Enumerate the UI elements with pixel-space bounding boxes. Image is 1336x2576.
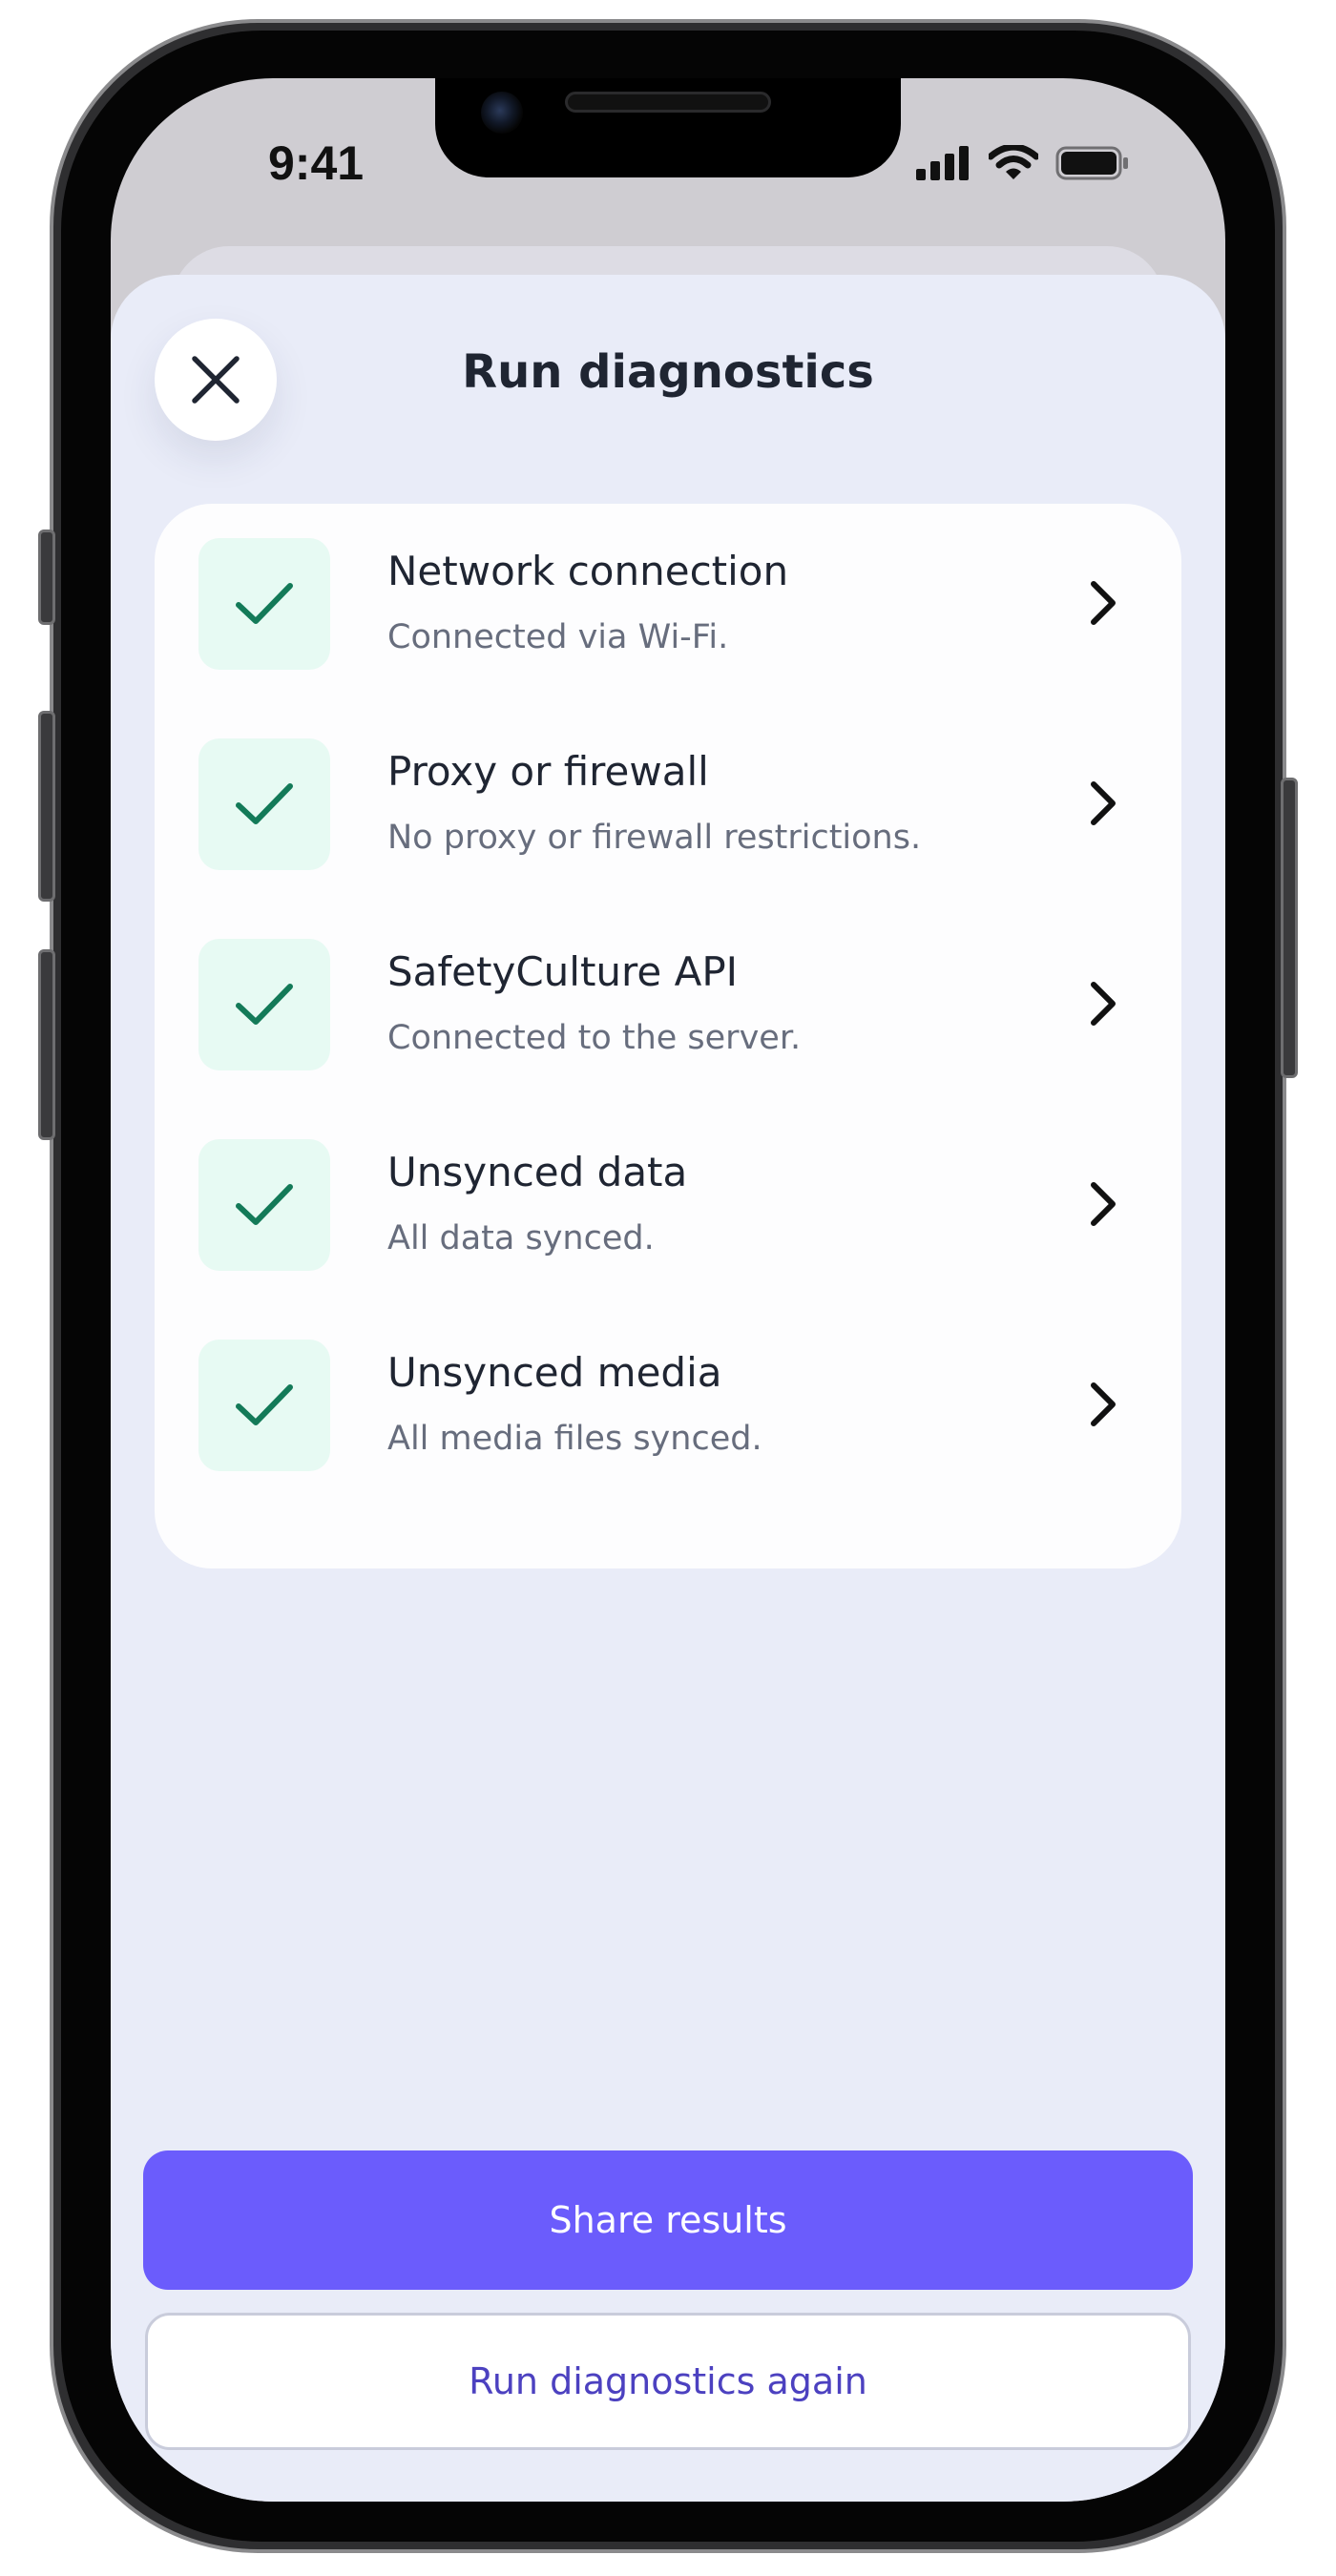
chevron-right-icon [1091, 581, 1116, 625]
checkmark-icon [236, 1384, 293, 1425]
diagnostics-list: Network connection Connected via Wi-Fi. … [155, 504, 1181, 1568]
list-item-network-connection[interactable]: Network connection Connected via Wi-Fi. [155, 504, 1181, 704]
volume-down-button [38, 949, 55, 1140]
phone-screen: 9:41 Run diagnostics Network connection … [111, 78, 1225, 2502]
checkmark-icon [236, 583, 293, 624]
chevron-right-icon [1091, 1382, 1116, 1426]
checkmark-icon [236, 783, 293, 824]
list-item-title: Proxy or firewall [387, 748, 709, 795]
status-tile [198, 1340, 330, 1471]
wifi-icon [989, 145, 1038, 179]
page-title: Run diagnostics [462, 345, 874, 399]
list-item-subtitle: Connected via Wi-Fi. [387, 618, 729, 656]
run-diagnostics-again-button[interactable]: Run diagnostics again [145, 2313, 1191, 2450]
front-camera [481, 92, 523, 134]
chevron-right-icon [1091, 1182, 1116, 1226]
list-item-title: Unsynced data [387, 1149, 688, 1195]
speaker-grill [565, 92, 771, 113]
list-item-title: SafetyCulture API [387, 948, 739, 995]
volume-up-button [38, 711, 55, 902]
status-tile [198, 538, 330, 670]
list-item-proxy-or-firewall[interactable]: Proxy or firewall No proxy or firewall r… [155, 704, 1181, 904]
list-item-subtitle: All data synced. [387, 1219, 655, 1257]
checkmark-icon [236, 1184, 293, 1225]
mute-switch [38, 530, 55, 625]
chevron-right-icon [1091, 982, 1116, 1026]
status-tile [198, 939, 330, 1070]
list-item-title: Unsynced media [387, 1349, 722, 1396]
list-item-title: Network connection [387, 548, 789, 594]
chevron-right-icon [1091, 781, 1116, 825]
list-item-unsynced-media[interactable]: Unsynced media All media files synced. [155, 1305, 1181, 1506]
status-icons [916, 145, 1130, 181]
status-tile [198, 738, 330, 870]
battery-icon [1055, 146, 1128, 180]
cellular-signal-icon [916, 146, 969, 180]
checkmark-icon [236, 984, 293, 1025]
diagnostics-sheet: Run diagnostics Network connection Conne… [111, 275, 1225, 2502]
list-item-unsynced-data[interactable]: Unsynced data All data synced. [155, 1105, 1181, 1305]
status-time: 9:41 [268, 136, 365, 190]
share-results-button[interactable]: Share results [143, 2150, 1193, 2290]
list-item-safetyculture-api[interactable]: SafetyCulture API Connected to the serve… [155, 904, 1181, 1105]
list-item-subtitle: Connected to the server. [387, 1019, 802, 1057]
list-item-subtitle: All media files synced. [387, 1420, 762, 1458]
status-tile [198, 1139, 330, 1271]
list-item-subtitle: No proxy or firewall restrictions. [387, 819, 922, 857]
power-button [1281, 778, 1298, 1078]
